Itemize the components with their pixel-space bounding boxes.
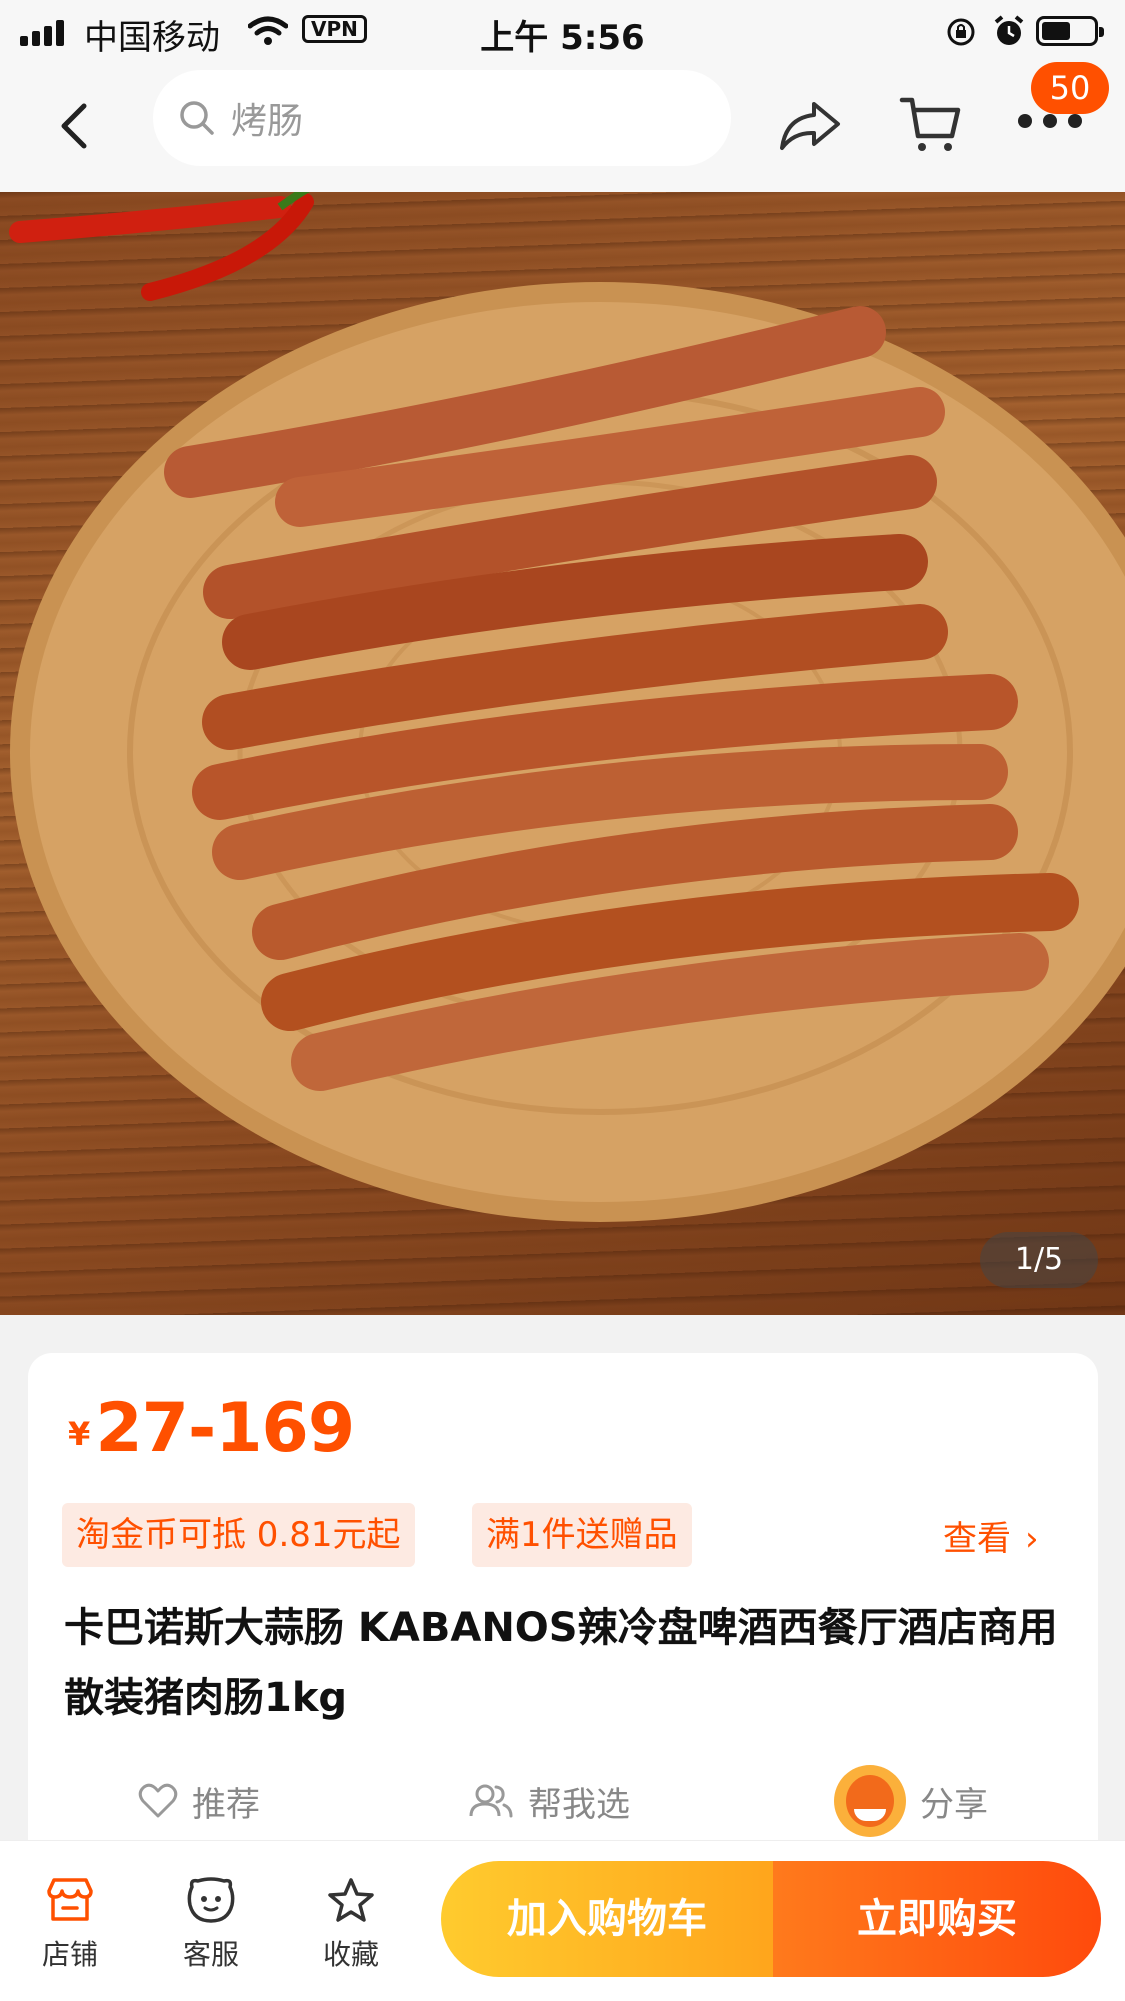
product-image[interactable] bbox=[0, 192, 1125, 1315]
customer-service-button[interactable]: 客服 bbox=[156, 1877, 266, 1973]
share-label: 分享 bbox=[920, 1784, 988, 1825]
cart-icon[interactable] bbox=[898, 92, 962, 156]
share-button[interactable]: 分享 bbox=[834, 1753, 988, 1849]
back-arrow-icon[interactable] bbox=[50, 96, 100, 156]
coin-discount-tag[interactable]: 淘金币可抵 0.81元起 bbox=[62, 1503, 415, 1567]
rotation-lock-icon bbox=[947, 18, 975, 46]
product-info-card: ¥ 27-169 淘金币可抵 0.81元起 满1件送赠品 查看 › 卡巴诺斯大蒜肠… bbox=[28, 1353, 1098, 1913]
chevron-right-icon: › bbox=[1025, 1519, 1039, 1559]
people-icon bbox=[469, 1784, 513, 1818]
help-choose-label: 帮我选 bbox=[528, 1784, 630, 1825]
recommend-button[interactable]: 推荐 bbox=[138, 1773, 260, 1829]
heart-icon bbox=[138, 1783, 178, 1818]
search-input[interactable]: 烤肠 bbox=[153, 70, 731, 166]
gift-promo-tag[interactable]: 满1件送赠品 bbox=[472, 1503, 692, 1567]
search-query-text: 烤肠 bbox=[231, 101, 304, 142]
product-actions-row: 推荐 帮我选 分享 bbox=[28, 1753, 1098, 1849]
nav-bar: 烤肠 50 bbox=[0, 62, 1125, 192]
mascot-avatar-icon bbox=[834, 1765, 906, 1837]
battery-icon bbox=[1036, 16, 1104, 46]
favorite-button[interactable]: 收藏 bbox=[296, 1877, 406, 1973]
share-icon[interactable] bbox=[776, 96, 844, 156]
shop-label: 店铺 bbox=[41, 1938, 98, 1971]
shop-button[interactable]: 店铺 bbox=[15, 1877, 125, 1973]
image-page-indicator: 1/5 bbox=[980, 1232, 1098, 1288]
recommend-label: 推荐 bbox=[192, 1784, 260, 1825]
more-options-icon[interactable] bbox=[1018, 114, 1082, 134]
product-title: 卡巴诺斯大蒜肠 KABANOS辣冷盘啤酒西餐厅酒店商用散装猪肉肠1kg bbox=[64, 1605, 1058, 1721]
service-label: 客服 bbox=[182, 1938, 239, 1971]
view-promotions-link[interactable]: 查看 › bbox=[943, 1511, 1039, 1560]
product-photo bbox=[9, 192, 1125, 1222]
alarm-icon bbox=[994, 15, 1024, 45]
view-label: 查看 bbox=[943, 1519, 1011, 1559]
star-icon bbox=[328, 1878, 374, 1922]
help-choose-button[interactable]: 帮我选 bbox=[468, 1773, 630, 1829]
price-row: ¥ 27-169 bbox=[68, 1389, 355, 1468]
price-value: 27-169 bbox=[95, 1389, 355, 1468]
bottom-action-bar: 店铺 客服 收藏 加入购物车 立即购买 bbox=[0, 1840, 1125, 2001]
add-to-cart-button[interactable]: 加入购物车 bbox=[441, 1861, 773, 1977]
cart-count-badge: 50 bbox=[1031, 62, 1109, 114]
price-currency: ¥ bbox=[68, 1415, 91, 1453]
status-bar: 中国移动 VPN 上午 5:56 bbox=[0, 0, 1125, 62]
buy-now-button[interactable]: 立即购买 bbox=[773, 1861, 1101, 1977]
shop-icon bbox=[47, 1878, 93, 1921]
favorite-label: 收藏 bbox=[322, 1938, 379, 1971]
search-icon bbox=[180, 101, 214, 135]
service-face-icon bbox=[187, 1877, 235, 1923]
